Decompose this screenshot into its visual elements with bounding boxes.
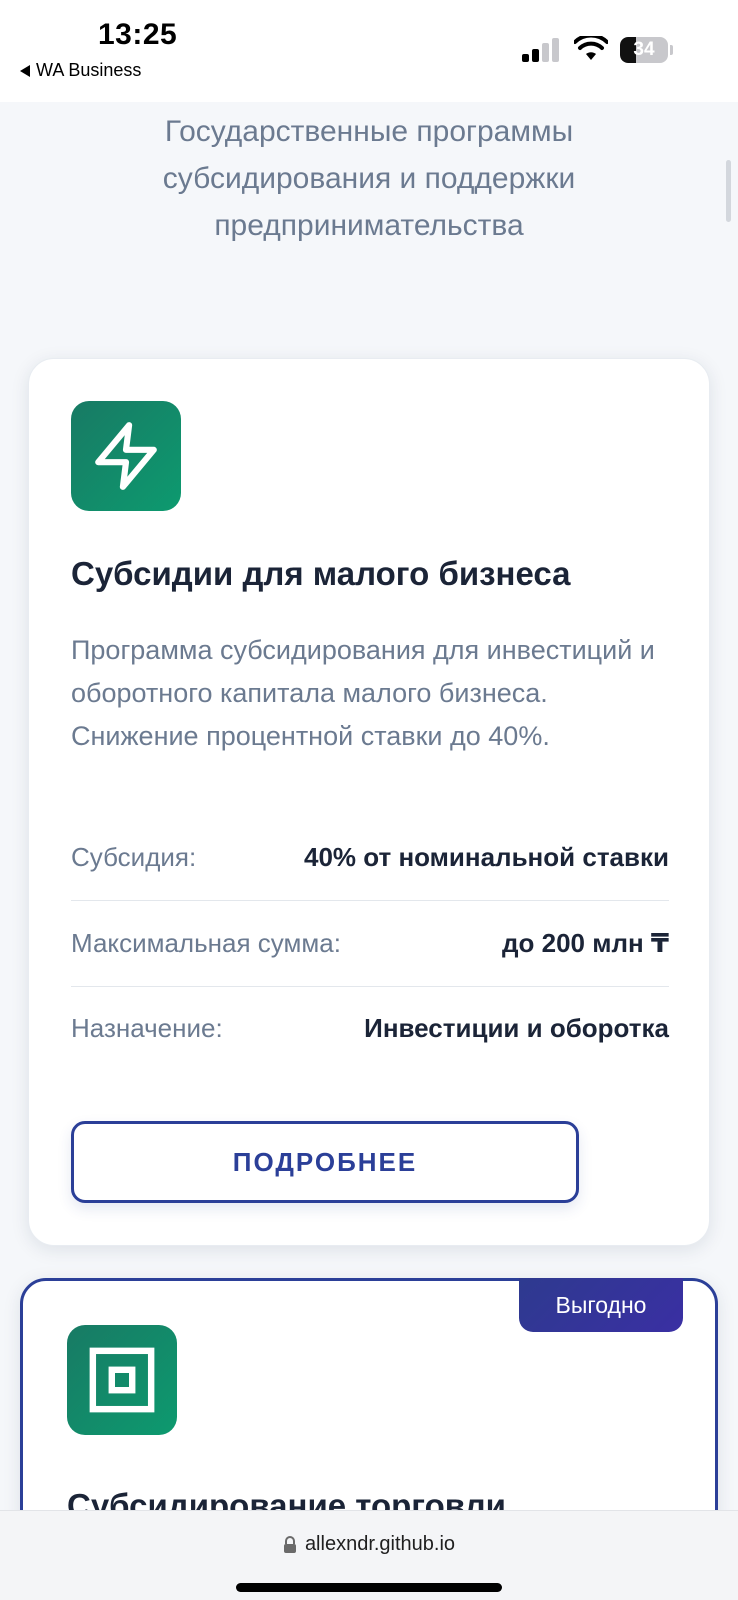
home-indicator[interactable] bbox=[236, 1583, 502, 1592]
info-label: Назначение: bbox=[71, 1012, 223, 1043]
back-app-label: WA Business bbox=[36, 60, 142, 80]
info-value: до 200 млн ₸ bbox=[502, 928, 669, 958]
back-to-app-link[interactable]: WA Business bbox=[20, 60, 141, 81]
card-description: Программа субсидирования для инвестиций … bbox=[71, 635, 655, 751]
profitable-badge: Выгодно bbox=[519, 1278, 683, 1332]
card-title: Субсидии для малого бизнеса bbox=[71, 555, 571, 592]
details-button[interactable]: ПОДРОБНЕЕ bbox=[71, 1121, 579, 1203]
browser-url-bar[interactable]: allexndr.github.io bbox=[0, 1510, 738, 1600]
battery-indicator: 34 bbox=[620, 37, 673, 63]
info-label: Субсидия: bbox=[71, 842, 197, 872]
lightning-icon bbox=[71, 401, 181, 511]
info-row-purpose: Назначение: Инвестиции и оборотка bbox=[71, 985, 669, 1071]
wifi-icon bbox=[574, 36, 608, 60]
info-value: 40% от номинальной ставки bbox=[303, 842, 669, 872]
info-row-subsidy: Субсидия: 40% от номинальной ставки bbox=[71, 815, 669, 901]
info-value: Инвестиции и оборотка bbox=[364, 1012, 669, 1043]
lock-icon bbox=[283, 1535, 296, 1553]
info-label: Максимальная сумма: bbox=[71, 928, 341, 958]
url-text: allexndr.github.io bbox=[304, 1533, 456, 1555]
square-target-icon bbox=[67, 1325, 177, 1435]
info-row-max-amount: Максимальная сумма: до 200 млн ₸ bbox=[71, 901, 669, 987]
program-card-small-business: Субсидии для малого бизнеса Программа су… bbox=[28, 358, 710, 1246]
cellular-signal-icon bbox=[522, 38, 559, 62]
scrollbar-thumb[interactable] bbox=[726, 160, 731, 222]
back-arrow-icon bbox=[20, 64, 30, 77]
status-time: 13:25 bbox=[98, 18, 178, 51]
status-bar: 13:25 WA Business 34 bbox=[0, 0, 738, 102]
section-subtitle: Государственные программы субсидирования… bbox=[162, 115, 576, 242]
battery-level: 34 bbox=[633, 39, 655, 60]
